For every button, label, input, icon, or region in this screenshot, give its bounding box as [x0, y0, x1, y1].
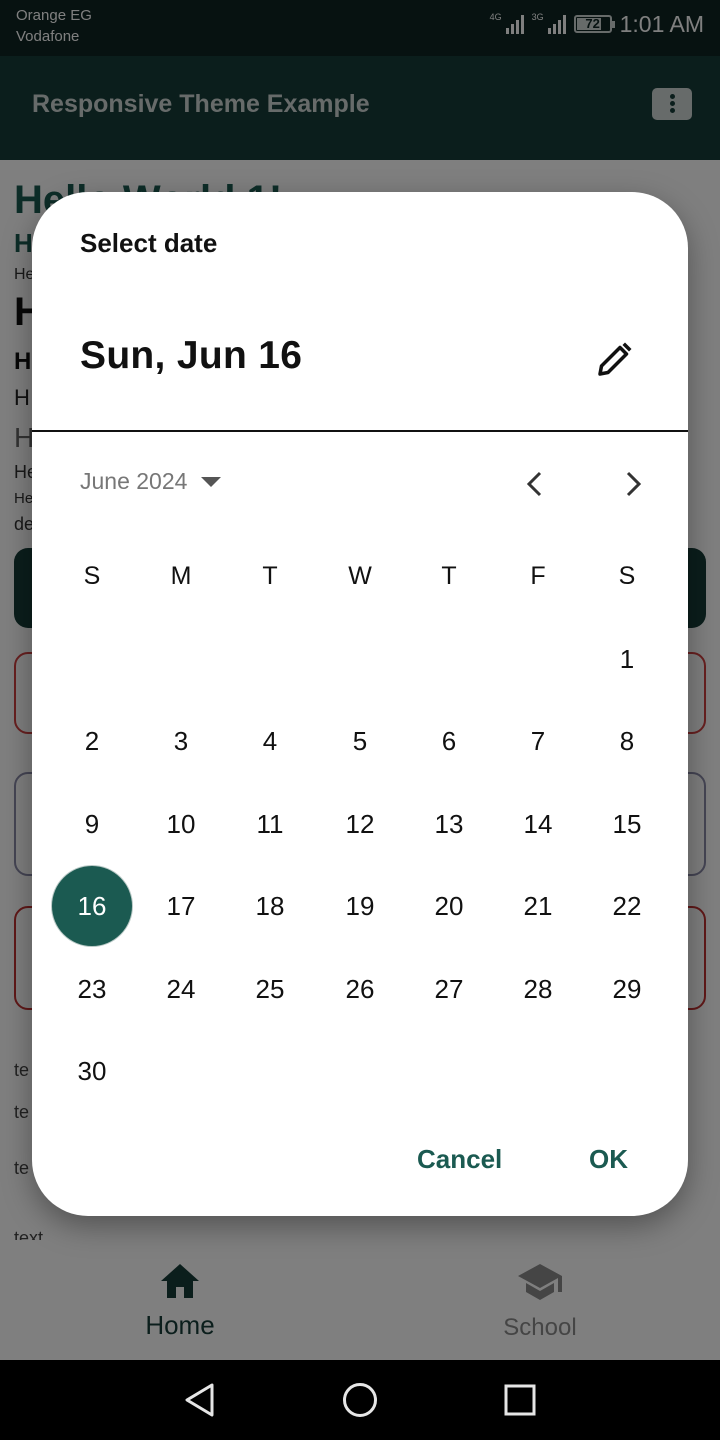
- calendar-day[interactable]: 21: [498, 866, 578, 946]
- calendar-day[interactable]: 22: [587, 866, 667, 946]
- weekday-label: T: [441, 562, 457, 590]
- calendar-day[interactable]: 9: [52, 784, 132, 864]
- calendar-day[interactable]: 1: [587, 619, 667, 699]
- calendar-day[interactable]: 4: [230, 701, 310, 781]
- calendar-day[interactable]: 28: [498, 949, 578, 1029]
- chevron-left-icon[interactable]: [520, 468, 552, 500]
- calendar-day[interactable]: 7: [498, 701, 578, 781]
- weekday-label: S: [618, 562, 636, 590]
- weekday-label: F: [530, 562, 546, 590]
- calendar-day[interactable]: 30: [52, 1031, 132, 1111]
- edit-icon[interactable]: [594, 340, 634, 380]
- month-year-selector[interactable]: June 2024: [80, 468, 222, 495]
- calendar-day[interactable]: 19: [320, 866, 400, 946]
- month-year-label: June 2024: [80, 468, 188, 494]
- home-circle-icon[interactable]: [340, 1380, 380, 1420]
- weekday-label: M: [170, 562, 192, 590]
- calendar-day[interactable]: 27: [409, 949, 489, 1029]
- calendar-day[interactable]: 14: [498, 784, 578, 864]
- calendar-day[interactable]: 5: [320, 701, 400, 781]
- back-icon[interactable]: [180, 1380, 220, 1420]
- calendar-day[interactable]: 15: [587, 784, 667, 864]
- calendar-day[interactable]: 2: [52, 701, 132, 781]
- calendar-day[interactable]: 13: [409, 784, 489, 864]
- weekday-label: W: [348, 562, 372, 590]
- calendar-day[interactable]: 6: [409, 701, 489, 781]
- system-navigation-bar: [0, 1360, 720, 1440]
- calendar-day[interactable]: 25: [230, 949, 310, 1029]
- date-picker-dialog: Select date Sun, Jun 16 June 2024 S M T W T F…: [32, 192, 688, 1216]
- calendar-day[interactable]: 18: [230, 866, 310, 946]
- calendar-day-selected[interactable]: 16: [52, 866, 132, 947]
- calendar-day[interactable]: 3: [141, 701, 221, 781]
- calendar-day[interactable]: 11: [230, 784, 310, 864]
- calendar-day[interactable]: 12: [320, 784, 400, 864]
- ok-button[interactable]: OK: [589, 1144, 628, 1175]
- calendar-day[interactable]: 17: [141, 866, 221, 946]
- recents-icon[interactable]: [500, 1380, 540, 1420]
- caret-down-icon: [201, 476, 222, 487]
- calendar-day[interactable]: 20: [409, 866, 489, 946]
- calendar-day[interactable]: 23: [52, 949, 132, 1029]
- calendar-day[interactable]: 8: [587, 701, 667, 781]
- dialog-header-label: Select date: [80, 228, 218, 258]
- cancel-button[interactable]: Cancel: [417, 1144, 502, 1175]
- weekday-label: S: [83, 562, 101, 590]
- calendar-day[interactable]: 29: [587, 949, 667, 1029]
- calendar-day[interactable]: 24: [141, 949, 221, 1029]
- weekday-label: T: [262, 562, 278, 590]
- chevron-right-icon[interactable]: [616, 468, 648, 500]
- selected-date-headline: Sun, Jun 16: [80, 334, 303, 377]
- calendar-day[interactable]: 26: [320, 949, 400, 1029]
- header-divider: [32, 430, 688, 432]
- calendar-day[interactable]: 10: [141, 784, 221, 864]
